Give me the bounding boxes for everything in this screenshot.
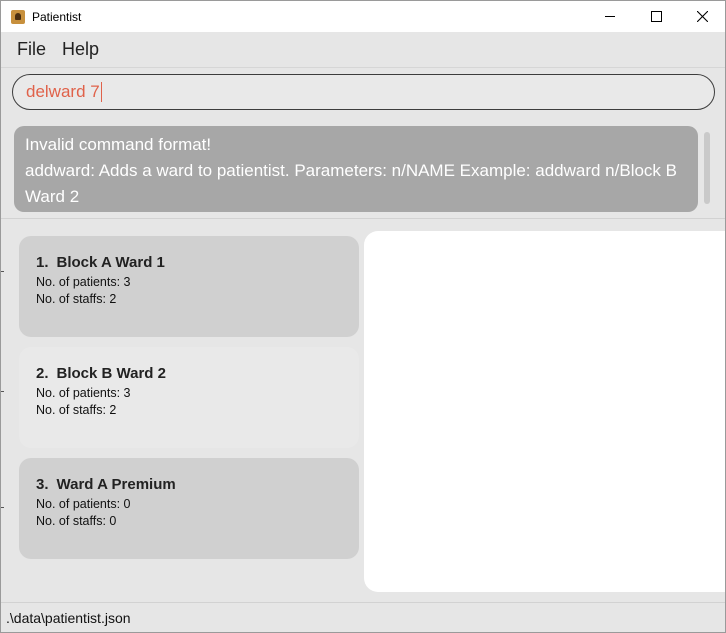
ward-index: 2. [36,365,49,382]
detail-panel[interactable] [364,231,725,592]
status-bar: .\data\patientist.json [1,602,725,632]
patientist-app-icon [11,9,25,24]
ward-title: 2. Block B Ward 2 [36,363,359,385]
maximize-button[interactable] [633,1,679,32]
minimize-button[interactable] [587,1,633,32]
ward-patients: No. of patients: 3 [36,275,131,289]
menu-bar: File Help [1,32,725,67]
ward-index: 3. [36,476,49,493]
ward-card[interactable]: 3. Ward A Premium No. of patients: 0 No. … [19,458,359,559]
minimize-icon [604,16,615,17]
result-scrollbar[interactable] [704,132,710,204]
close-button[interactable] [679,1,725,32]
ward-staffs: No. of staffs: 2 [36,292,117,306]
result-display[interactable]: Invalid command format! addward: Adds a … [14,126,698,212]
main-area: 1. Block A Ward 1 No. of patients: 3 No. … [1,220,725,602]
divider-tick [1,271,4,272]
ward-title: 1. Block A Ward 1 [36,252,359,274]
command-input[interactable]: delward 7 [12,74,715,110]
text-cursor [100,82,102,102]
ward-index: 1. [36,254,49,271]
close-icon [696,11,708,22]
ward-name: Block B Ward 2 [56,365,166,382]
menu-file[interactable]: File [9,39,54,60]
ward-name: Block A Ward 1 [56,254,165,271]
ward-staffs: No. of staffs: 2 [36,403,117,417]
window-title: Patientist [32,9,82,24]
data-file-path: .\data\patientist.json [6,610,131,626]
ward-patients: No. of patients: 3 [36,386,131,400]
command-text: delward 7 [26,82,100,101]
result-line-2: addward: Adds a ward to patientist. Para… [25,161,677,206]
result-area: Invalid command format! addward: Adds a … [1,117,725,219]
divider-tick [1,391,4,392]
ward-name: Ward A Premium [56,476,176,493]
menu-help[interactable]: Help [54,39,107,60]
title-bar[interactable]: Patientist [1,1,725,32]
ward-staffs: No. of staffs: 0 [36,514,117,528]
command-area: delward 7 [1,67,725,117]
ward-card[interactable]: 2. Block B Ward 2 No. of patients: 3 No. … [19,347,359,448]
ward-list[interactable]: 1. Block A Ward 1 No. of patients: 3 No. … [14,230,364,592]
ward-card[interactable]: 1. Block A Ward 1 No. of patients: 3 No. … [19,236,359,337]
window-controls [587,1,725,32]
app-window: Patientist File Help delward 7 Invalid c… [0,0,726,633]
maximize-icon [650,11,662,22]
result-line-1: Invalid command format! [25,135,212,154]
divider-tick [1,507,4,508]
ward-title: 3. Ward A Premium [36,474,359,496]
ward-patients: No. of patients: 0 [36,497,131,511]
